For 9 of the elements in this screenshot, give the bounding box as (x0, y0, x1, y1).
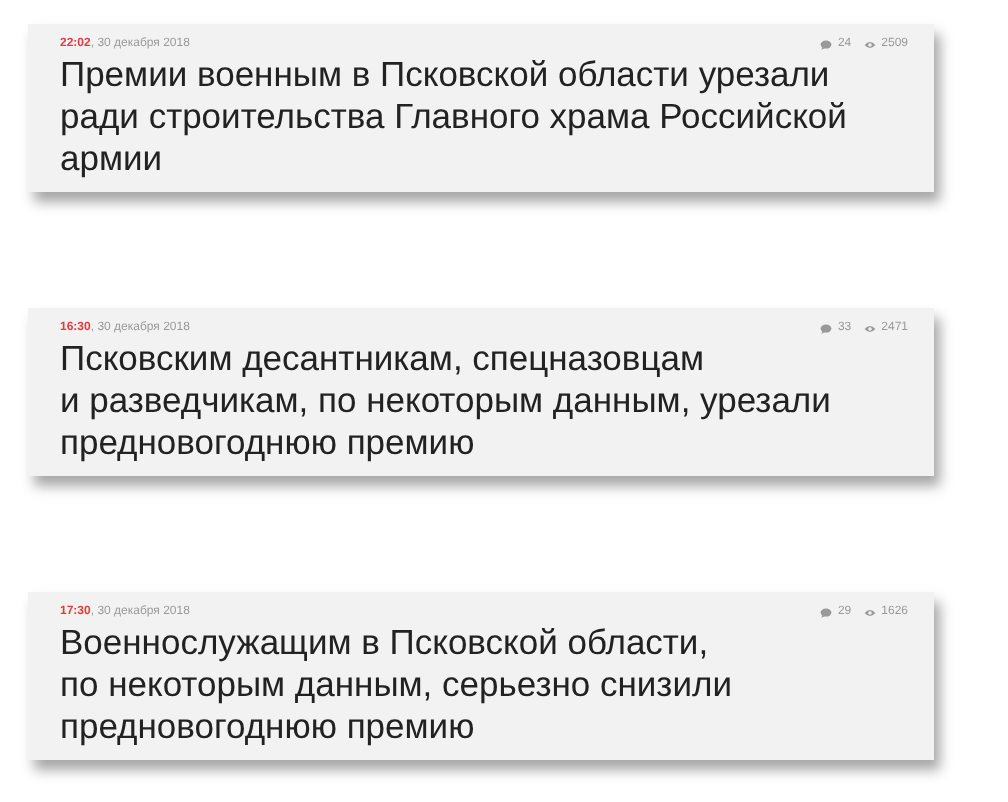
news-headline[interactable]: Псковским десантникам, спецназовцам и разведчикам, по некоторым данным, урезали предновогоднюю премию (60, 338, 914, 464)
eye-icon (863, 607, 876, 617)
comment-icon (819, 323, 832, 333)
eye-icon (863, 323, 876, 333)
news-headline[interactable]: Военнослужащим в Псковской области, по некоторым данным, серьезно снизили предновогоднюю премию (60, 622, 914, 748)
comment-icon (819, 607, 832, 617)
eye-icon (863, 39, 876, 49)
news-headline[interactable]: Премии военным в Псковской области урезали ради строительства Главного храма Российской армии (60, 54, 914, 180)
comment-icon (819, 39, 832, 49)
